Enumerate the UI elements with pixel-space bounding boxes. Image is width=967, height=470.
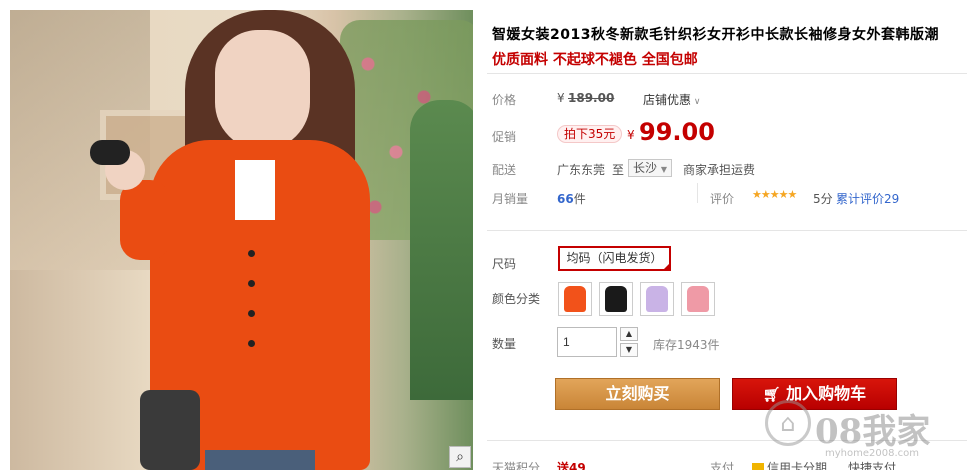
house-icon: ⌂	[765, 400, 811, 446]
original-price: 189.00	[568, 91, 615, 105]
price-label: 价格	[492, 93, 517, 107]
shipping-to-word: 至	[612, 163, 625, 177]
rating-stars: ★★★★★	[752, 188, 797, 201]
rating-label: 评价	[710, 192, 735, 206]
watermark-brand: 08我家	[815, 412, 931, 452]
currency-symbol: ¥	[557, 91, 565, 105]
selected-check-icon	[662, 262, 671, 271]
color-label: 颜色分类	[492, 292, 541, 306]
cardigan-thumb-icon	[605, 286, 627, 312]
promo-pill: 拍下35元	[557, 125, 623, 143]
quantity-decrease-button[interactable]: ▼	[620, 343, 638, 357]
color-swatch-orange[interactable]	[558, 282, 592, 316]
color-swatch-lavender[interactable]	[640, 282, 674, 316]
divider	[487, 230, 967, 231]
color-swatch-black[interactable]	[599, 282, 633, 316]
shipping-note: 商家承担运费	[683, 163, 756, 177]
quantity-input[interactable]	[557, 327, 617, 357]
shipping-label: 配送	[492, 163, 517, 177]
review-count-link[interactable]: 累计评价29	[836, 190, 899, 207]
chevron-down-icon: ∨	[691, 97, 701, 107]
product-title: 智媛女装2013秋冬新款毛针织衫女开衫中长款长袖修身女外套韩版潮	[492, 27, 939, 43]
promo-price: 99.00	[639, 118, 715, 146]
cardigan-thumb-icon	[646, 286, 668, 312]
card-icon	[752, 463, 764, 470]
divider	[697, 183, 698, 203]
sunglasses	[90, 140, 130, 165]
payment-label: 支付	[710, 461, 735, 470]
size-option-label: 均码（闪电发货）	[566, 251, 663, 265]
quantity-increase-button[interactable]: ▲	[620, 327, 638, 341]
promo-currency: ¥	[627, 128, 635, 142]
tmall-points-value: 送49	[557, 461, 586, 470]
store-discount-dropdown[interactable]: 店铺优惠 ∨	[643, 91, 700, 108]
shipping-from: 广东东莞	[557, 163, 606, 177]
site-watermark: ⌂ 08我家 myhome2008.com	[765, 400, 965, 470]
size-option-one-size[interactable]: 均码（闪电发货）	[558, 246, 671, 271]
model-face	[215, 30, 310, 150]
buy-now-label: 立刻购买	[605, 384, 670, 403]
chevron-down-icon: ▼	[660, 165, 667, 174]
cardigan-button	[248, 280, 255, 287]
model-jeans	[205, 450, 315, 470]
promo-label: 促销	[492, 130, 517, 144]
watermark-url: myhome2008.com	[825, 448, 919, 459]
shipping-city: 长沙	[633, 161, 658, 175]
color-swatch-pink[interactable]	[681, 282, 715, 316]
size-label: 尺码	[492, 257, 517, 271]
chevron-down-icon: ▼	[625, 345, 633, 354]
buy-now-button[interactable]: 立刻购买	[555, 378, 720, 410]
zoom-icon[interactable]: ⌕	[449, 446, 471, 468]
tmall-points-label: 天猫积分	[492, 461, 541, 470]
cardigan-button	[248, 250, 255, 257]
monthly-sales-unit: 件	[573, 192, 586, 206]
cardigan-thumb-icon	[687, 286, 709, 312]
model-inner-shirt	[235, 160, 275, 220]
rating-score: 5分	[813, 192, 833, 206]
cardigan-button	[248, 310, 255, 317]
monthly-sales-count: 66	[557, 192, 574, 206]
photo-door	[410, 100, 473, 400]
model-arm	[120, 180, 170, 260]
monthly-sales-label: 月销量	[492, 192, 529, 206]
model-bag	[140, 390, 200, 470]
shipping-city-select[interactable]: 长沙 ▼	[628, 159, 672, 177]
store-discount-label: 店铺优惠	[643, 93, 692, 107]
chevron-up-icon: ▲	[625, 329, 633, 338]
product-subtitle: 优质面料 不起球不褪色 全国包邮	[492, 52, 698, 68]
divider	[487, 73, 967, 74]
cardigan-thumb-icon	[564, 286, 586, 312]
stock-count: 库存1943件	[653, 338, 720, 352]
quantity-label: 数量	[492, 337, 517, 351]
cardigan-button	[248, 340, 255, 347]
product-main-image[interactable]: ⌕	[10, 10, 473, 470]
